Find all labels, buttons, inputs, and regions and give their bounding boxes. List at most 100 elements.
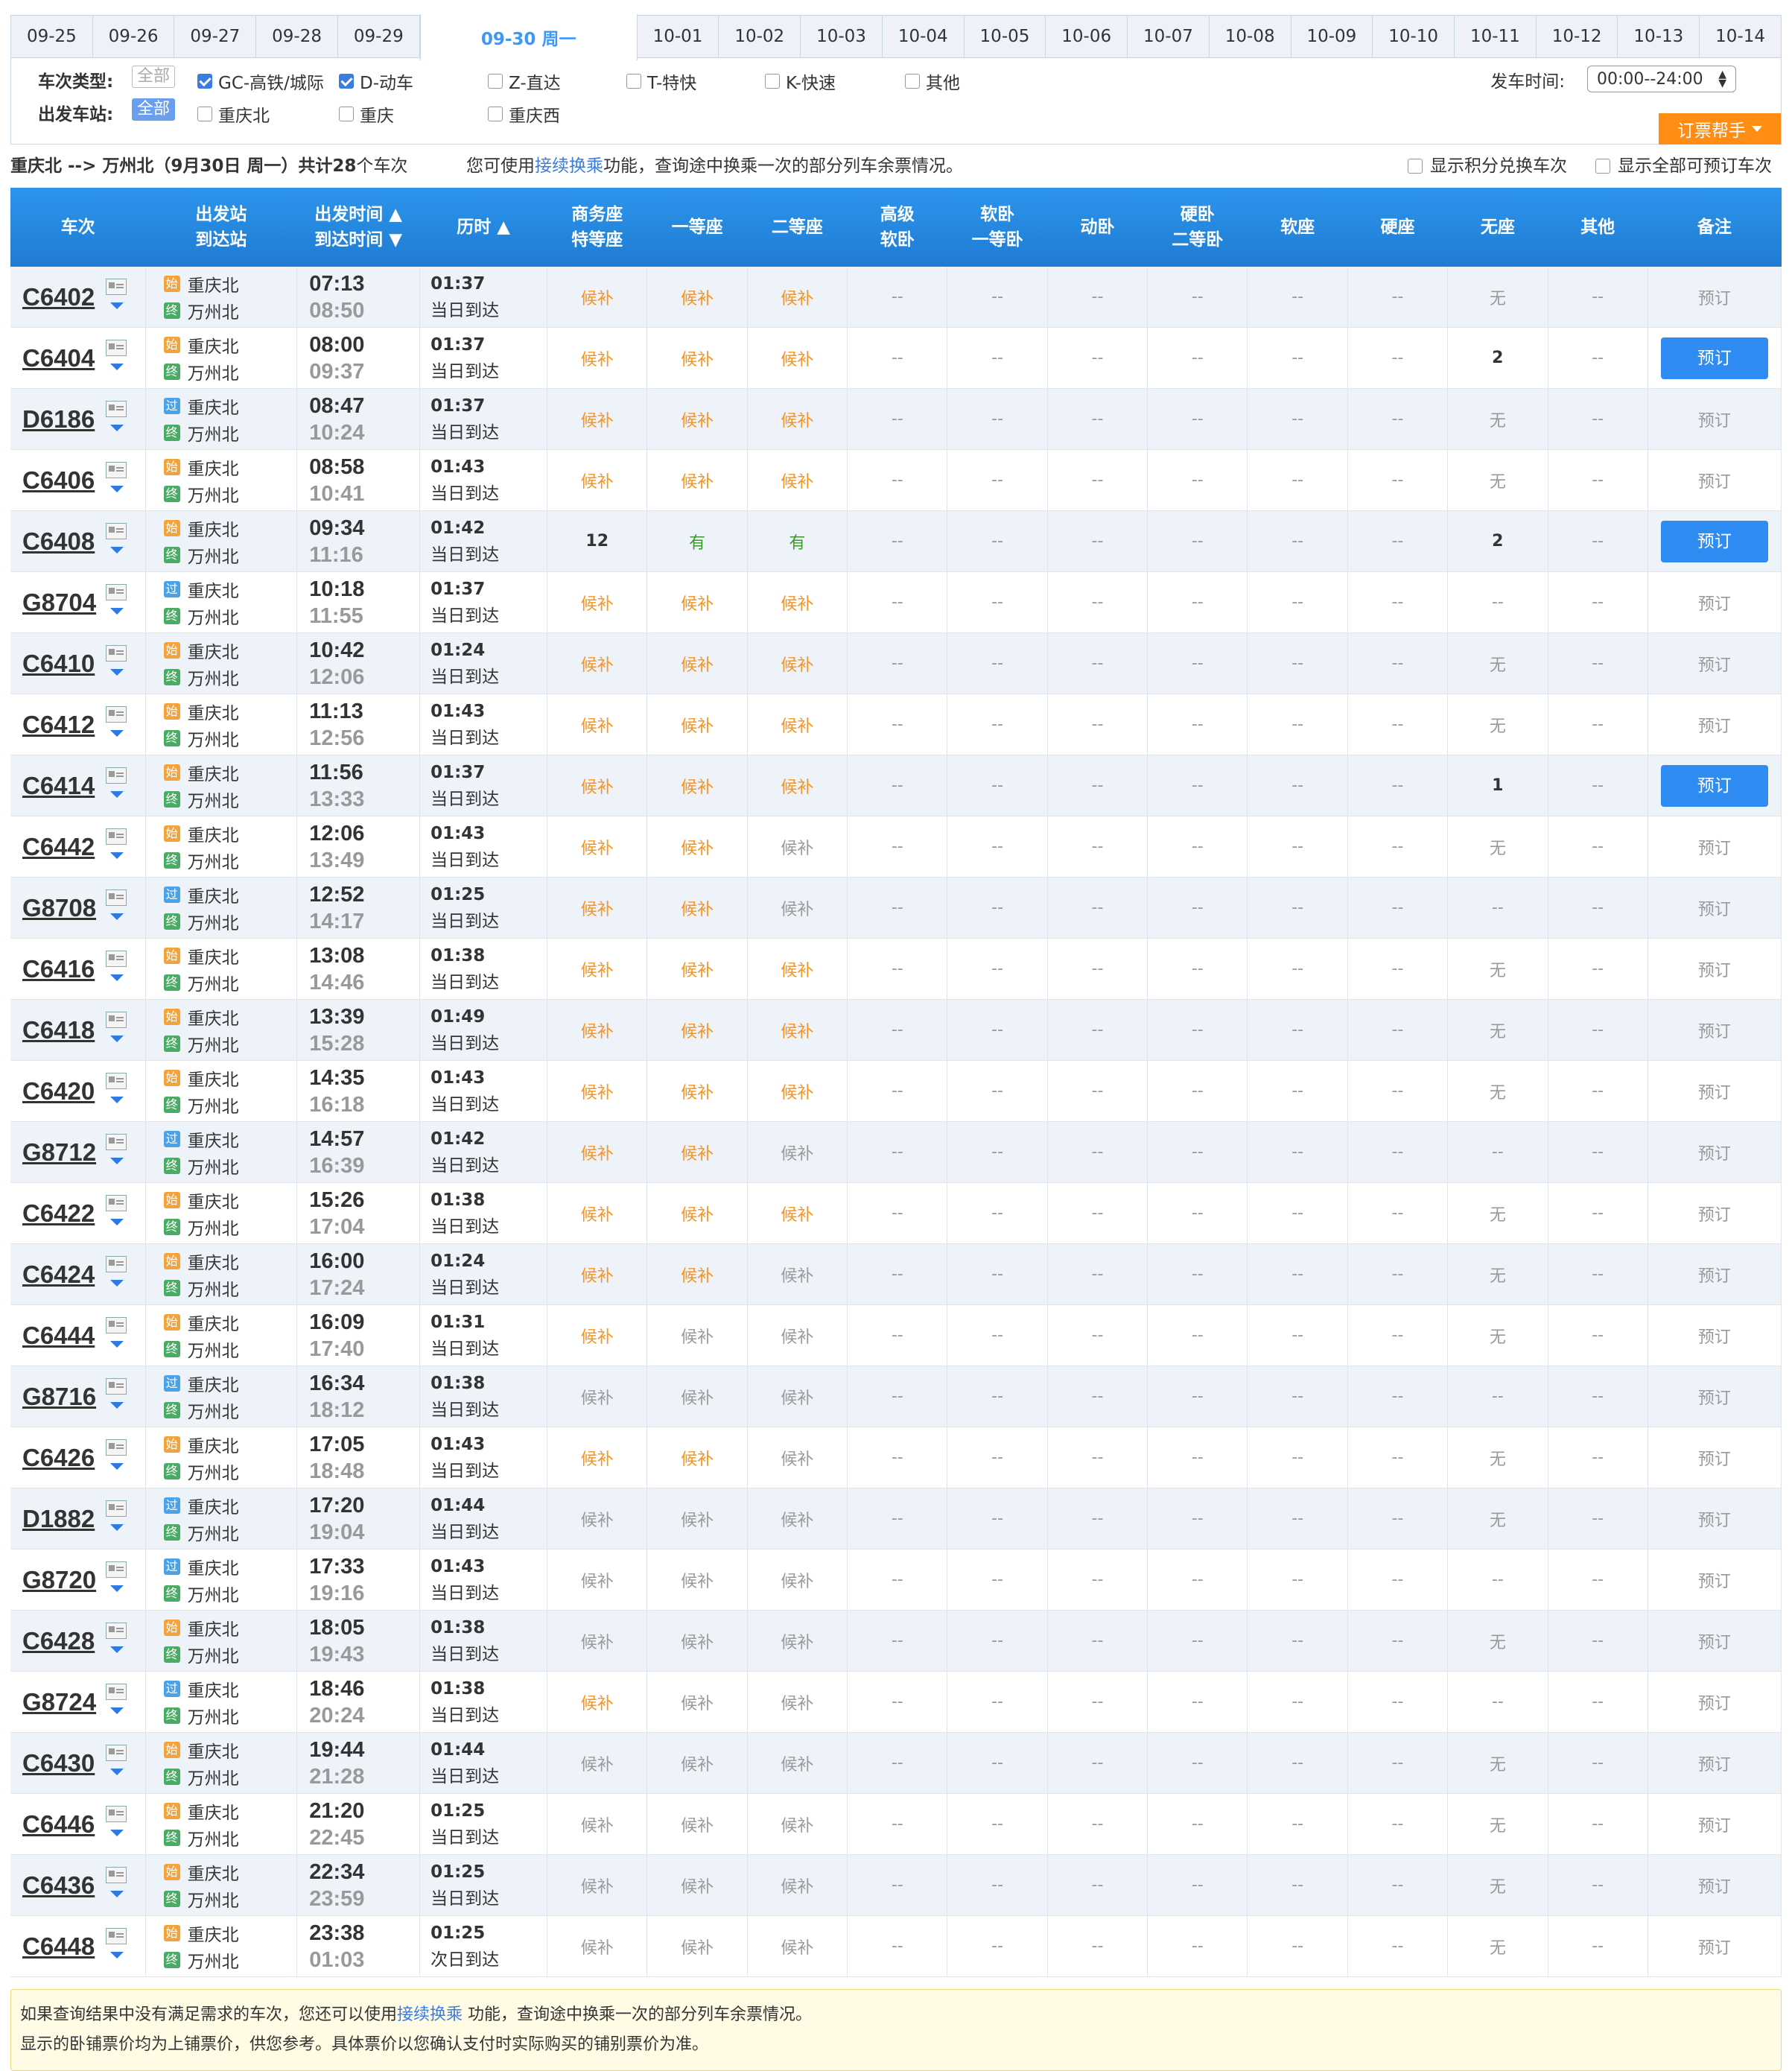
train-number-link[interactable]: C6408 xyxy=(22,527,95,555)
expand-stops-icon[interactable] xyxy=(110,852,124,859)
date-tab[interactable]: 09-28 xyxy=(256,16,338,57)
train-number-link[interactable]: C6444 xyxy=(22,1322,95,1349)
train-number-link[interactable]: C6416 xyxy=(22,955,95,983)
date-tab[interactable]: 09-27 xyxy=(174,16,257,57)
book-button[interactable]: 预订 xyxy=(1660,520,1768,562)
station-option[interactable]: 重庆北 xyxy=(197,101,270,127)
date-tab[interactable]: 10-10 xyxy=(1373,16,1455,57)
date-tab[interactable]: 09-26 xyxy=(93,16,175,57)
train-number-link[interactable]: C6446 xyxy=(22,1810,95,1838)
train-number-link[interactable]: C6420 xyxy=(22,1077,95,1105)
date-tab[interactable]: 09-25 xyxy=(11,16,93,57)
checkbox[interactable] xyxy=(488,107,503,121)
date-tab[interactable]: 09-29 xyxy=(338,16,420,57)
train-number-link[interactable]: G8704 xyxy=(22,589,96,616)
date-tab[interactable]: 10-14 xyxy=(1700,16,1781,57)
train-type-option[interactable]: D-动车 xyxy=(339,69,413,94)
date-tab[interactable]: 10-05 xyxy=(965,16,1046,57)
points-checkbox[interactable] xyxy=(1408,159,1423,174)
expand-stops-icon[interactable] xyxy=(110,486,124,492)
expand-stops-icon[interactable] xyxy=(110,608,124,615)
date-tab[interactable]: 10-07 xyxy=(1128,16,1210,57)
date-tab[interactable]: 10-04 xyxy=(883,16,965,57)
train-number-link[interactable]: G8724 xyxy=(22,1688,96,1716)
expand-stops-icon[interactable] xyxy=(110,1585,124,1592)
train-number-link[interactable]: G8708 xyxy=(22,894,96,922)
expand-stops-icon[interactable] xyxy=(110,1952,124,1959)
expand-stops-icon[interactable] xyxy=(110,1707,124,1714)
depart-time-select[interactable]: 00:00--24:00 ▲ ▼ xyxy=(1587,66,1736,92)
train-number-link[interactable]: C6404 xyxy=(22,344,95,372)
expand-stops-icon[interactable] xyxy=(110,1646,124,1653)
expand-stops-icon[interactable] xyxy=(110,669,124,676)
expand-stops-icon[interactable] xyxy=(110,1158,124,1164)
train-type-option[interactable]: GC-高铁/城际 xyxy=(197,69,324,94)
expand-stops-icon[interactable] xyxy=(110,425,124,431)
expand-stops-icon[interactable] xyxy=(110,791,124,798)
expand-stops-icon[interactable] xyxy=(110,1524,124,1531)
station-option[interactable]: 重庆西 xyxy=(488,101,560,127)
train-number-link[interactable]: C6412 xyxy=(22,711,95,738)
train-type-all-button[interactable]: 全部 xyxy=(132,66,176,88)
date-tab[interactable]: 10-01 xyxy=(638,16,719,57)
train-type-option[interactable]: T-特快 xyxy=(626,69,696,94)
column-header[interactable]: 出发时间 ▲ 到达时间 ▼ xyxy=(296,188,420,267)
train-number-link[interactable]: C6426 xyxy=(22,1444,95,1471)
train-number-link[interactable]: C6428 xyxy=(22,1627,95,1655)
date-tab[interactable]: 09-30 周一 xyxy=(419,14,638,60)
expand-stops-icon[interactable] xyxy=(110,1891,124,1897)
all-bookable-checkbox[interactable] xyxy=(1595,159,1610,174)
booking-helper-button[interactable]: 订票帮手 xyxy=(1659,113,1781,145)
date-tab[interactable]: 10-11 xyxy=(1455,16,1537,57)
checkbox[interactable] xyxy=(339,107,354,121)
transfer-link[interactable]: 接续换乘 xyxy=(535,156,603,176)
expand-stops-icon[interactable] xyxy=(110,1402,124,1409)
train-number-link[interactable]: C6422 xyxy=(22,1199,95,1227)
date-tab[interactable]: 10-02 xyxy=(719,16,801,57)
checkbox[interactable] xyxy=(488,74,503,89)
date-tab[interactable]: 10-12 xyxy=(1537,16,1618,57)
train-type-option[interactable]: 其他 xyxy=(905,69,960,94)
book-button[interactable]: 预订 xyxy=(1660,764,1768,807)
train-number-link[interactable]: D6186 xyxy=(22,405,95,433)
train-number-link[interactable]: C6410 xyxy=(22,650,95,677)
date-tab[interactable]: 10-06 xyxy=(1046,16,1128,57)
expand-stops-icon[interactable] xyxy=(110,730,124,737)
date-tab[interactable]: 10-08 xyxy=(1210,16,1291,57)
train-number-link[interactable]: C6418 xyxy=(22,1016,95,1044)
checkbox[interactable] xyxy=(765,74,780,89)
column-header[interactable]: 历时 ▲ xyxy=(419,188,547,267)
station-all-button[interactable]: 全部 xyxy=(132,98,176,121)
points-option[interactable]: 显示积分兑换车次 xyxy=(1408,145,1567,188)
expand-stops-icon[interactable] xyxy=(110,1219,124,1225)
train-number-link[interactable]: C6442 xyxy=(22,833,95,860)
expand-stops-icon[interactable] xyxy=(110,1036,124,1042)
expand-stops-icon[interactable] xyxy=(110,1830,124,1836)
notice-transfer-link[interactable]: 接续换乘 xyxy=(397,2005,463,2024)
train-type-option[interactable]: K-快速 xyxy=(765,69,836,94)
train-number-link[interactable]: C6414 xyxy=(22,772,95,799)
expand-stops-icon[interactable] xyxy=(110,364,124,370)
expand-stops-icon[interactable] xyxy=(110,547,124,554)
train-number-link[interactable]: C6448 xyxy=(22,1932,95,1960)
train-number-link[interactable]: C6402 xyxy=(22,283,95,311)
checkbox[interactable] xyxy=(339,74,354,89)
all-bookable-option[interactable]: 显示全部可预订车次 xyxy=(1595,145,1772,188)
train-number-link[interactable]: D1882 xyxy=(22,1505,95,1532)
checkbox[interactable] xyxy=(905,74,920,89)
expand-stops-icon[interactable] xyxy=(110,302,124,309)
train-number-link[interactable]: C6436 xyxy=(22,1871,95,1899)
station-option[interactable]: 重庆 xyxy=(339,101,394,127)
book-button[interactable]: 预订 xyxy=(1660,337,1768,379)
train-number-link[interactable]: C6430 xyxy=(22,1749,95,1777)
expand-stops-icon[interactable] xyxy=(110,1341,124,1348)
checkbox[interactable] xyxy=(197,74,212,89)
date-tab[interactable]: 10-03 xyxy=(801,16,883,57)
date-tab[interactable]: 10-09 xyxy=(1291,16,1373,57)
date-tab[interactable]: 10-13 xyxy=(1618,16,1700,57)
train-number-link[interactable]: G8716 xyxy=(22,1383,96,1410)
train-type-option[interactable]: Z-直达 xyxy=(488,69,561,94)
expand-stops-icon[interactable] xyxy=(110,974,124,981)
expand-stops-icon[interactable] xyxy=(110,913,124,920)
expand-stops-icon[interactable] xyxy=(110,1463,124,1470)
